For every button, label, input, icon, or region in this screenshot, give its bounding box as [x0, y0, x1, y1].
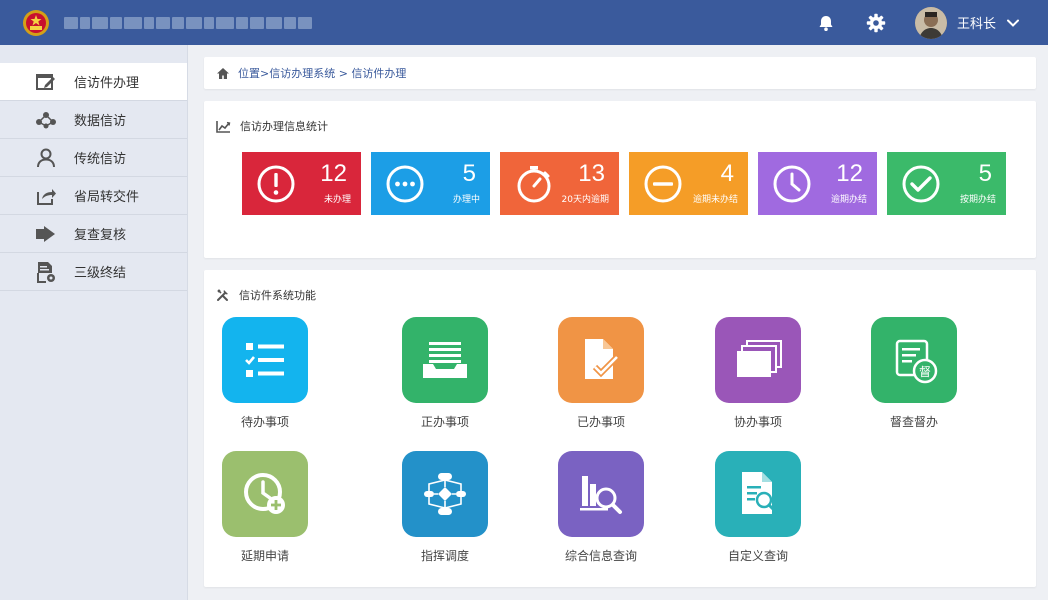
sidebar-item-label: 传统信访 [74, 152, 127, 167]
func-ducha[interactable]: 督 督查督办 [854, 317, 974, 430]
emblem-icon [23, 9, 49, 36]
document-gear-icon [35, 261, 57, 283]
arrow-right-icon [35, 223, 57, 245]
clock-plus-icon [222, 451, 308, 537]
breadcrumb-separator: > [335, 66, 352, 80]
app-title-redacted [64, 15, 322, 31]
sidebar-item-label: 数据信访 [74, 114, 127, 129]
stat-label: 未办理 [323, 195, 351, 205]
sidebar-item-xinfangjian[interactable]: 信访件办理 [0, 63, 187, 101]
func-yiban[interactable]: 已办事项 [541, 317, 661, 430]
stat-value: 12 [836, 160, 863, 187]
stats-title: 信访办理信息统计 [240, 120, 328, 133]
stat-value: 13 [578, 160, 605, 187]
more-circle-icon [386, 165, 424, 203]
func-xieban[interactable]: 协办事项 [698, 317, 818, 430]
home-icon[interactable] [216, 67, 230, 80]
gear-icon[interactable] [865, 12, 887, 34]
stat-label: 逾期办结 [830, 195, 867, 205]
sidebar-item-shuju[interactable]: 数据信访 [0, 101, 187, 139]
func-label: 已办事项 [576, 415, 625, 429]
person-icon [35, 147, 57, 169]
sidebar-item-label: 信访件办理 [74, 76, 140, 91]
stat-label: 办理中 [452, 195, 480, 205]
trend-chart-icon [216, 120, 231, 133]
chart-search-icon [558, 451, 644, 537]
alert-circle-icon [257, 165, 295, 203]
tools-icon [216, 288, 230, 302]
stat-label: 按期办结 [959, 195, 996, 205]
breadcrumb: 位置> 信访办理系统 > 信访件办理 [204, 57, 1036, 89]
func-label: 指挥调度 [420, 549, 469, 563]
func-zidingyi[interactable]: 自定义查询 [698, 451, 818, 564]
func-yanqi[interactable]: 延期申请 [205, 451, 325, 564]
breadcrumb-prefix: 位置> [238, 67, 270, 80]
stat-value: 5 [978, 160, 992, 187]
flowchart-icon [402, 451, 488, 537]
sidebar-item-sanji[interactable]: 三级终结 [0, 253, 187, 291]
minus-circle-icon [644, 165, 682, 203]
badge-text: 督 [919, 364, 931, 379]
stacked-windows-icon [715, 317, 801, 403]
inbox-tray-icon [402, 317, 488, 403]
stat-value: 12 [320, 160, 347, 187]
sidebar-item-chuantong[interactable]: 传统信访 [0, 139, 187, 177]
func-daiban[interactable]: 待办事项 [205, 317, 325, 430]
supervise-document-icon: 督 [871, 317, 957, 403]
breadcrumb-current: 信访件办理 [351, 67, 407, 80]
stat-label: 逾期未办结 [692, 195, 738, 205]
sidebar: 信访件办理 数据信访 传统信访 省局转交件 复查复核 三级终结 [0, 45, 188, 600]
functions-panel: 信访件系统功能 待办事项 正办事项 已办事项 协办事项 督 督查督办 延期申请 … [204, 270, 1036, 587]
chevron-down-icon[interactable] [1006, 16, 1020, 30]
func-label: 延期申请 [240, 549, 289, 563]
breadcrumb-link-system[interactable]: 信访办理系统 [269, 65, 335, 81]
stat-card-weibanli[interactable]: 12 未办理 [242, 152, 361, 215]
document-search-icon [715, 451, 801, 537]
stats-panel: 信访办理信息统计 12 未办理 5 办理中 13 20天内逾期 4 逾期未办结 … [204, 101, 1036, 258]
stat-card-20tian[interactable]: 13 20天内逾期 [500, 152, 619, 215]
stopwatch-icon [517, 166, 551, 203]
stat-value: 5 [462, 160, 476, 187]
functions-title: 信访件系统功能 [239, 289, 316, 302]
func-label: 协办事项 [733, 415, 782, 429]
sidebar-item-fucha[interactable]: 复查复核 [0, 215, 187, 253]
share-icon [35, 185, 57, 207]
func-label: 自定义查询 [727, 549, 788, 563]
check-circle-icon [902, 165, 940, 203]
sidebar-item-label: 省局转交件 [74, 190, 140, 205]
stat-value: 4 [720, 160, 734, 187]
user-name[interactable]: 王科长 [957, 13, 996, 32]
sidebar-item-label: 复查复核 [74, 228, 127, 243]
avatar[interactable] [914, 6, 947, 39]
bell-icon[interactable] [815, 12, 837, 34]
sidebar-item-label: 三级终结 [74, 266, 127, 281]
sidebar-item-shengju[interactable]: 省局转交件 [0, 177, 187, 215]
func-zonghe[interactable]: 综合信息查询 [541, 451, 661, 564]
func-label: 督查督办 [889, 415, 938, 429]
stat-card-anqibanjie[interactable]: 5 按期办结 [887, 152, 1006, 215]
func-label: 综合信息查询 [564, 549, 637, 563]
func-label: 待办事项 [240, 415, 289, 429]
stat-card-banlizhong[interactable]: 5 办理中 [371, 152, 490, 215]
stat-label: 20天内逾期 [561, 195, 609, 205]
network-icon [35, 109, 57, 131]
edit-window-icon [35, 71, 57, 93]
checklist-icon [222, 317, 308, 403]
document-check-icon [558, 317, 644, 403]
func-zhengban[interactable]: 正办事项 [385, 317, 505, 430]
clock-icon [773, 165, 811, 203]
stat-card-yuqibanjie[interactable]: 12 逾期办结 [758, 152, 877, 215]
top-header: 王科长 [0, 0, 1048, 45]
func-zhihui[interactable]: 指挥调度 [385, 451, 505, 564]
func-label: 正办事项 [420, 415, 469, 429]
stat-card-yuqiweibanjie[interactable]: 4 逾期未办结 [629, 152, 748, 215]
